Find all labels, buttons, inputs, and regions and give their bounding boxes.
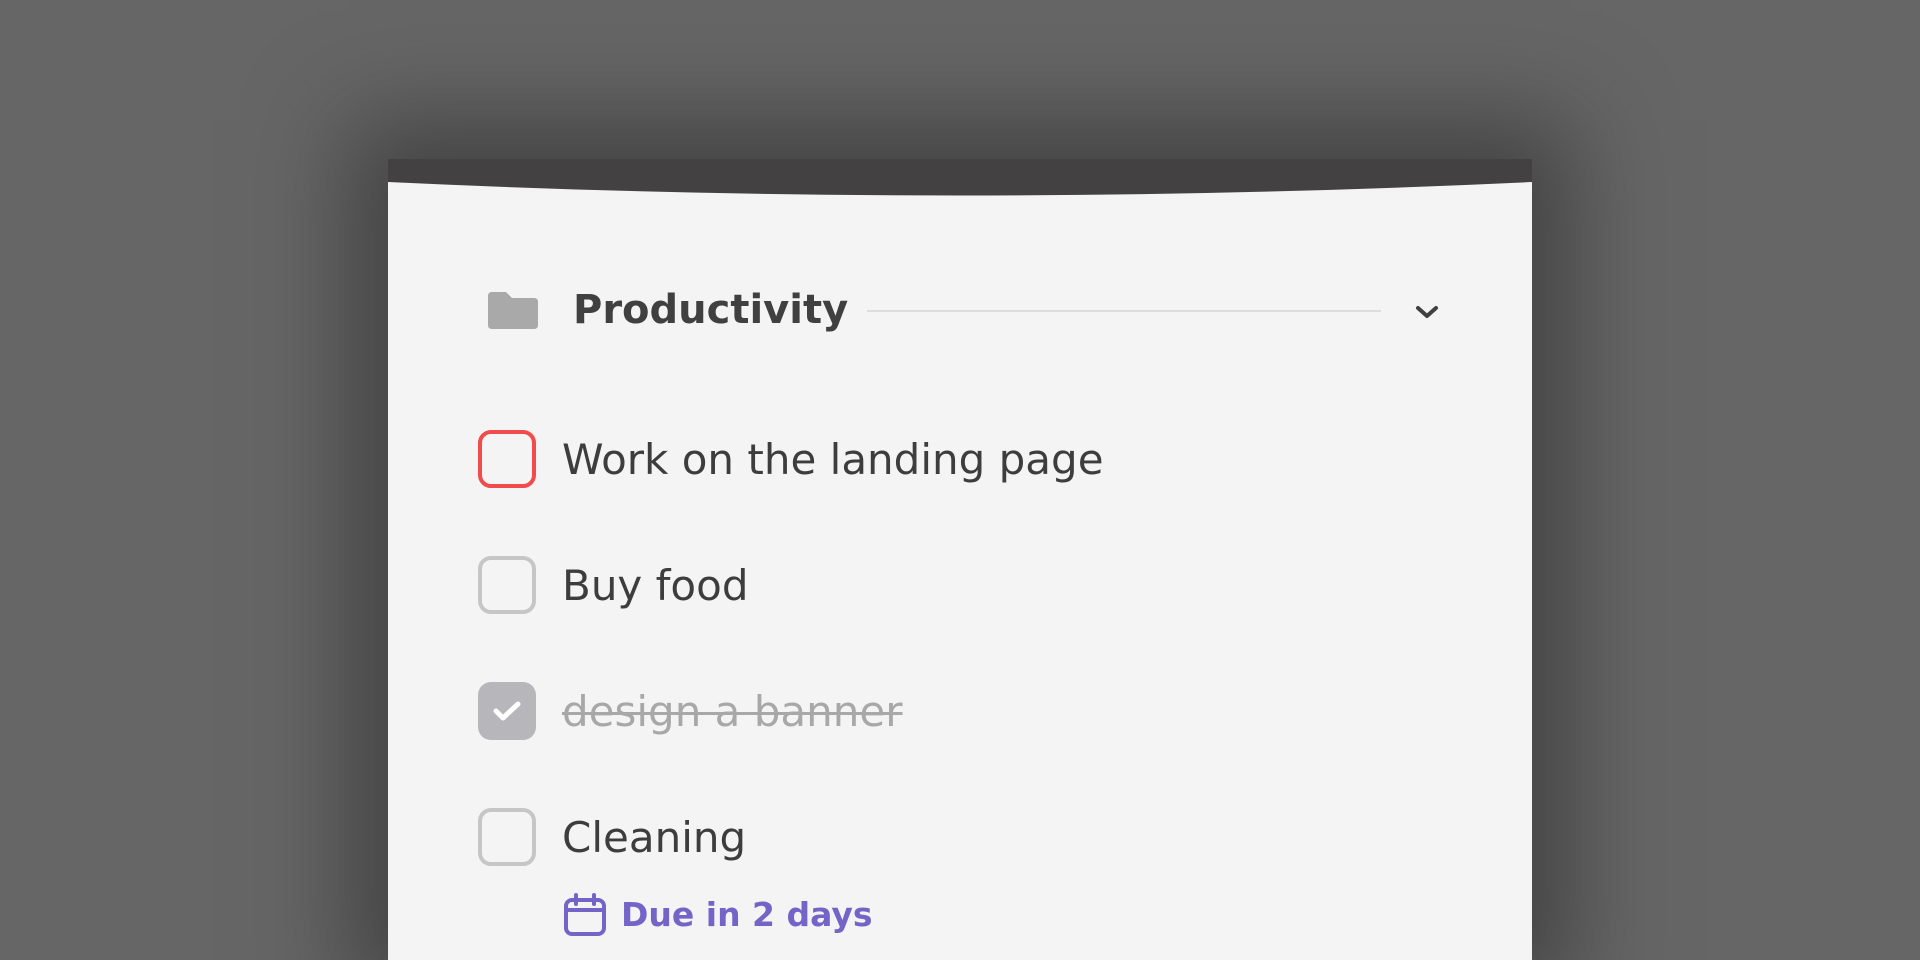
calendar-icon (564, 893, 606, 936)
chevron-down-icon (1416, 306, 1438, 318)
task-group-card: Productivity Work on the landing page Bu… (388, 159, 1532, 960)
task-label: Work on the landing page (562, 435, 1104, 484)
task-item[interactable]: design a banner (478, 682, 1458, 742)
divider (867, 310, 1381, 312)
task-checkbox-checked[interactable] (478, 682, 536, 740)
task-item[interactable]: Buy food (478, 556, 1458, 616)
group-title: Productivity (573, 287, 849, 333)
task-item[interactable]: Cleaning (478, 808, 1458, 868)
task-item[interactable]: Work on the landing page (478, 430, 1458, 490)
checkmark-icon (493, 701, 521, 721)
task-checkbox[interactable] (478, 430, 536, 488)
due-date-text: Due in 2 days (621, 895, 873, 934)
folder-icon (488, 292, 538, 329)
collapse-button[interactable] (1404, 289, 1450, 335)
task-checkbox[interactable] (478, 808, 536, 866)
task-label: design a banner (562, 687, 903, 736)
task-label: Cleaning (562, 813, 747, 862)
group-header: Productivity (388, 159, 1532, 333)
task-checkbox[interactable] (478, 556, 536, 614)
task-label: Buy food (562, 561, 749, 610)
